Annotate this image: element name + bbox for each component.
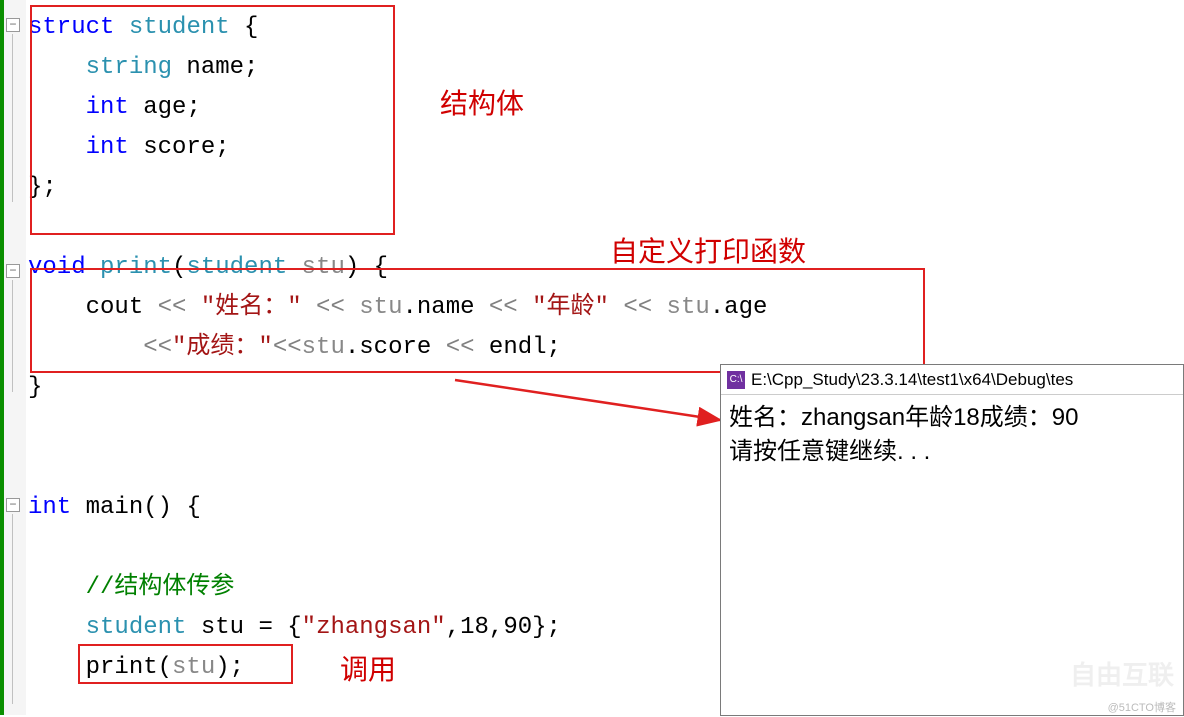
code-line: }; xyxy=(28,168,1184,208)
fold-toggle-icon[interactable]: − xyxy=(6,18,20,32)
console-output: 姓名：zhangsan年龄18成绩：90 请按任意键继续. . . xyxy=(721,395,1183,475)
code-line: int age; xyxy=(28,88,1184,128)
watermark-logo: 自由互联 xyxy=(994,649,1174,697)
code-gutter xyxy=(4,0,26,715)
code-line: <<"成绩："<<stu.score << endl; xyxy=(28,328,1184,368)
code-line: struct student { xyxy=(28,8,1184,48)
code-line: int score; xyxy=(28,128,1184,168)
code-line xyxy=(28,208,1184,248)
console-icon: C:\ xyxy=(727,371,745,389)
fold-toggle-icon[interactable]: − xyxy=(6,498,20,512)
fold-guide-line xyxy=(12,514,13,704)
code-line: void print(student stu) { xyxy=(28,248,1184,288)
console-title-text: E:\Cpp_Study\23.3.14\test1\x64\Debug\tes xyxy=(751,370,1073,390)
fold-toggle-icon[interactable]: − xyxy=(6,264,20,278)
fold-guide-line xyxy=(12,280,13,392)
fold-guide-line xyxy=(12,34,13,202)
code-line: string name; xyxy=(28,48,1184,88)
code-line: cout << "姓名：" << stu.name << "年龄" << stu… xyxy=(28,288,1184,328)
console-titlebar: C:\ E:\Cpp_Study\23.3.14\test1\x64\Debug… xyxy=(721,365,1183,395)
watermark-text: @51CTO博客 xyxy=(1108,699,1176,715)
